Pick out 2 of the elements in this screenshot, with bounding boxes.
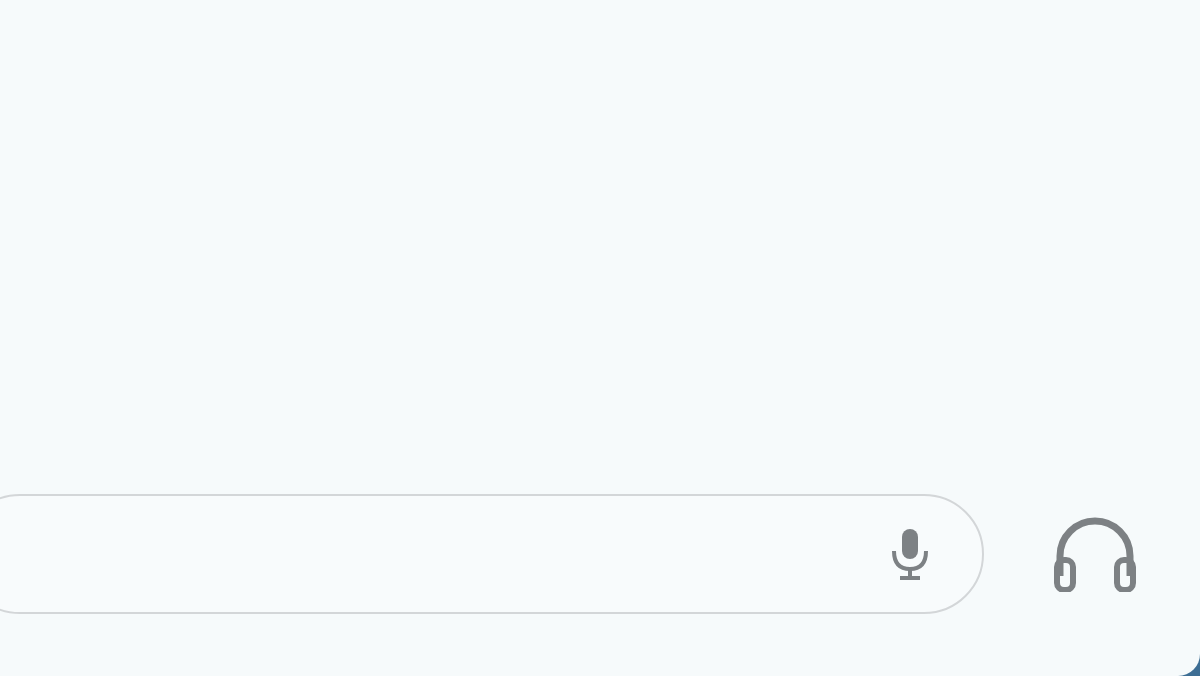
search-field[interactable] [0,494,984,614]
headphones-icon[interactable] [1054,516,1136,592]
